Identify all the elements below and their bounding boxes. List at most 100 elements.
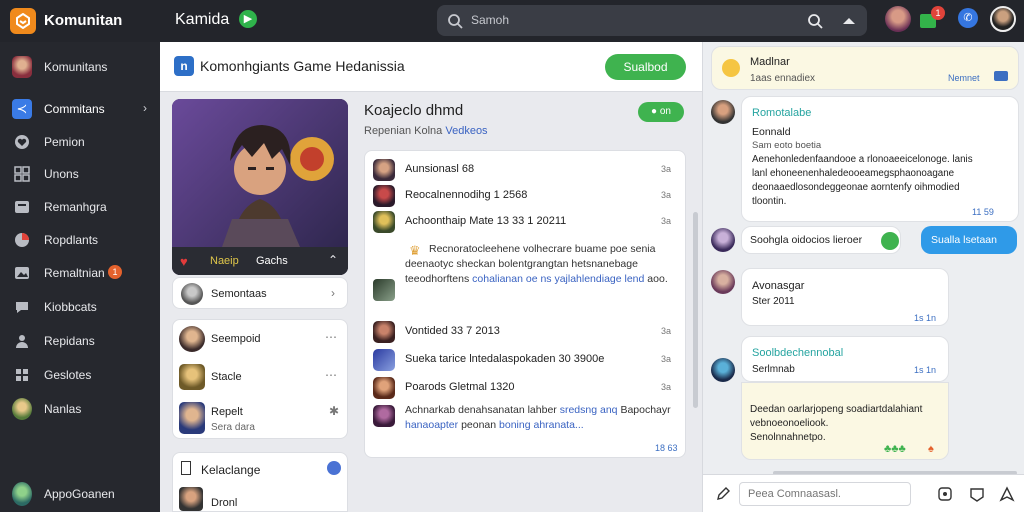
member-row[interactable]: Stacle ⋯ [173,358,349,396]
bookmark-icon [181,461,191,475]
app-store-avatar-icon [12,482,32,506]
chat-message[interactable]: Deedan oarlarjopeng soadiartdalahiant ve… [741,382,949,460]
emoji-icon [722,59,740,77]
search-icon [448,14,463,29]
community-logo-icon: n [174,56,194,76]
avatar [373,405,395,427]
user-avatar[interactable] [990,6,1016,32]
chevron-down-icon[interactable] [841,14,857,28]
avatar [711,228,735,252]
sidebar-item-remaltnian[interactable]: Remaltnian 1 [0,257,160,287]
pin-icon[interactable]: ✱ [329,404,340,418]
messenger-icon[interactable]: ✆ [958,8,978,28]
feed-row[interactable]: Reocalnennodihg 1 2568 3a [365,183,687,209]
feed-row[interactable]: Aunsionasl 68 3a [365,157,687,183]
search-bar[interactable]: Samoh [437,5,867,36]
chat-message[interactable]: Soohgla oidocios lieroer [741,226,901,254]
more-icon[interactable]: ⋯ [325,330,338,344]
avatar [711,100,735,124]
bottom-card: Kelaclange Dronl [172,452,348,512]
sidebar-item-repidans[interactable]: Repidans [0,325,160,355]
sidebar-item-geslotes[interactable]: Geslotes [0,359,160,389]
chevron-up-icon[interactable]: ⌃ [328,253,338,267]
feed-post[interactable]: Achnarkab denahsanatan lahber sredsng an… [365,403,687,443]
feed-row[interactable]: Sueka tarice lntedalaspokaden 30 3900e 3… [365,347,687,373]
send-icon[interactable] [997,484,1017,504]
app-logo-icon[interactable] [10,8,36,34]
people-icon [12,331,32,351]
videos-link[interactable]: Vedkeos [445,125,487,137]
puzzle-icon [12,365,32,385]
chat-message[interactable]: Avonasgar Ster 2011 1s 1n [741,268,949,326]
online-status-icon: ▶ [239,10,257,28]
sidebar-item-pemion[interactable]: Pemion [0,126,160,156]
avatar [179,487,203,511]
feed-post[interactable]: ♛ Recnoratocleehene volhecrare buame poe… [365,237,687,307]
community-header: n Komonhgiants Game Hedanissia Sualbod [160,42,702,92]
fire-icon[interactable]: ♠ [928,443,934,455]
heart-icon[interactable]: ♥ [180,254,188,269]
hero-footer-bar: ♥ Naeip Gachs ⌃ [172,247,348,275]
game-avatar-icon [373,279,395,301]
reactions-icon[interactable]: ♣♣♣ [884,443,906,455]
sidebar-item-kiobbcats[interactable]: Kiobbcats [0,291,160,321]
chevron-right-icon: › [143,101,147,115]
avatar [179,402,205,434]
avatar [373,211,395,233]
chart-icon [12,230,32,250]
avatar [373,159,395,181]
sidebar-item-remanhgra[interactable]: Remanhgra [0,191,160,221]
reaction-icon[interactable] [881,232,899,250]
member-row[interactable]: Seempoid ⋯ [173,320,349,358]
activity-feed: Aunsionasl 68 3a Reocalnennodihg 1 2568 … [364,150,686,458]
online-badge: ● on [638,102,684,122]
game-title: Koajeclo dhmd [364,102,464,119]
chat-message[interactable]: Soolbdechennobal Serlmnab 1s 1n [741,336,949,382]
avatar [373,185,395,207]
inbox-icon [12,197,32,217]
feed-row[interactable]: Achoonthaip Mate 13 33 1 20211 3a [365,209,687,235]
info-icon[interactable] [327,461,341,475]
chat-message[interactable]: Romotalabe Eonnald Sam eoto boetia Aeneh… [741,96,1019,222]
gif-icon[interactable] [967,484,987,504]
sidebar-footer-item[interactable]: AppoGoanen [0,478,160,508]
image-icon [12,263,32,283]
avatar [181,283,203,305]
feed-row[interactable]: Vontided 33 7 2013 3a [365,319,687,345]
scrollbar[interactable] [693,212,698,408]
main-content: n Komonhgiants Game Hedanissia Sualbod ♥… [160,42,702,512]
sidebar-item-unons[interactable]: Unons [0,158,160,188]
user-avatar-icon [12,398,32,420]
share-icon[interactable] [994,71,1008,81]
pencil-icon[interactable] [713,484,733,504]
search-submit-icon[interactable] [807,13,823,29]
member-row[interactable]: Repelt Sera dara ✱ [173,396,349,440]
left-sidebar: Komunitans ≺ Commitans › Pemion Unons Re… [0,42,160,512]
feed-row[interactable]: Poarods Gletmal 1320 3a [365,375,687,401]
avatar [711,358,735,382]
community-avatar-icon [12,56,32,78]
message-input[interactable] [739,482,911,506]
avatar [373,321,395,343]
search-input[interactable]: Samoh [471,13,509,27]
sticker-icon[interactable] [935,484,955,504]
feed-timestamp: 18 63 [655,443,678,453]
sidebar-item-commitans[interactable]: ≺ Commitans › [0,93,160,123]
subscribe-button[interactable]: Sualbod [605,54,686,80]
chat-panel: Madlnar 1aas ennadiex Nemnet Romotalabe … [702,42,1024,512]
avatar [711,270,735,294]
sidebar-item-ropdlants[interactable]: Ropdlants [0,224,160,254]
chat-message[interactable]: Madlnar 1aas ennadiex Nemnet [711,46,1019,90]
list-item[interactable]: Semontaas › [172,277,348,309]
profile-avatar-small[interactable] [885,6,911,32]
page-title: Komonhgiants Game Hedanissia [200,58,405,74]
sidebar-item-komunitans[interactable]: Komunitans [0,51,160,81]
chat-icon [12,297,32,317]
message-composer [703,474,1024,512]
app-name: Komunitan [44,12,123,29]
more-icon[interactable]: ⋯ [325,368,338,382]
chat-message-outgoing[interactable]: Sualla lsetaan [921,226,1017,254]
workspace-name[interactable]: Kamida [175,11,229,29]
sidebar-item-nanlas[interactable]: Nanlas [0,393,160,423]
top-bar: Komunitan Kamida ▶ Samoh 1 ✆ [0,0,1024,42]
